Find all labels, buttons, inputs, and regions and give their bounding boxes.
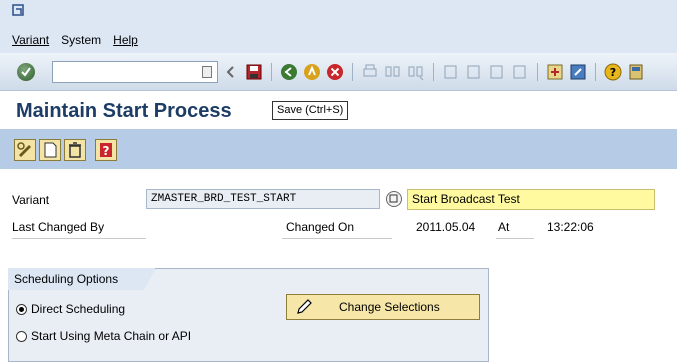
title-bar: Maintain Start Process Save (Ctrl+S) [0,91,677,129]
menu-item-variant[interactable]: Variant [12,33,49,47]
last-page-icon[interactable] [511,63,529,81]
first-page-icon[interactable] [442,63,460,81]
svg-text:?: ? [103,144,110,158]
meta-chain-label: Start Using Meta Chain or API [31,329,192,343]
find-icon[interactable] [384,63,402,81]
layout-menu-icon[interactable] [627,63,645,81]
sap-menu-icon[interactable] [12,4,26,18]
possible-entries-icon[interactable] [386,191,402,207]
back-icon[interactable] [280,63,298,81]
variant-field[interactable]: ZMASTER_BRD_TEST_START [146,189,380,209]
application-toolbar: ? [0,129,677,169]
toolbar-separator [595,63,596,81]
changed-on-label: Changed On [282,220,392,239]
direct-scheduling-radio[interactable] [16,303,27,315]
direct-scheduling-option[interactable]: Direct Scheduling [16,302,125,316]
back-arrow-icon[interactable] [222,63,240,81]
meta-chain-option[interactable]: Start Using Meta Chain or API [16,329,191,343]
create-session-icon[interactable] [546,63,564,81]
create-icon[interactable] [39,139,61,161]
command-history-icon[interactable] [202,66,212,78]
save-icon[interactable] [245,63,263,81]
print-icon[interactable] [361,63,379,81]
find-next-icon[interactable] [407,63,425,81]
save-tooltip: Save (Ctrl+S) [272,101,349,120]
command-field[interactable] [52,61,218,83]
exit-icon[interactable] [303,63,321,81]
toolbar-separator [352,63,353,81]
last-changed-by-label: Last Changed By [12,220,146,239]
cancel-icon[interactable] [326,63,344,81]
page-title: Maintain Start Process [16,100,232,122]
display-change-icon[interactable] [14,139,36,161]
change-selections-button[interactable]: Change Selections [286,294,480,320]
enter-check-icon[interactable] [17,63,35,81]
menu-bar: Variant System Help [0,0,677,53]
standard-toolbar: ? [0,53,677,91]
at-value: 13:22:06 [547,220,594,234]
scheduling-options-title: Scheduling Options [14,272,119,286]
delete-icon[interactable] [64,139,86,161]
meta-chain-radio[interactable] [16,330,27,342]
toolbar-separator [537,63,538,81]
direct-scheduling-label: Direct Scheduling [31,302,126,316]
help-icon[interactable]: ? [604,63,622,81]
svg-text:?: ? [610,66,616,79]
variant-label: Variant [12,193,50,207]
info-icon[interactable]: ? [95,139,117,161]
changed-on-value: 2011.05.04 [416,220,476,234]
toolbar-separator [433,63,434,81]
variant-description-field: Start Broadcast Test [407,189,655,210]
next-page-icon[interactable] [488,63,506,81]
change-selections-label: Change Selections [339,300,440,314]
menu-item-system[interactable]: System [61,33,101,47]
pencil-icon [297,299,312,314]
at-label: At [496,220,534,239]
menu-item-help[interactable]: Help [113,33,138,47]
toolbar-separator [271,63,272,81]
shortcut-icon[interactable] [569,63,587,81]
previous-page-icon[interactable] [465,63,483,81]
